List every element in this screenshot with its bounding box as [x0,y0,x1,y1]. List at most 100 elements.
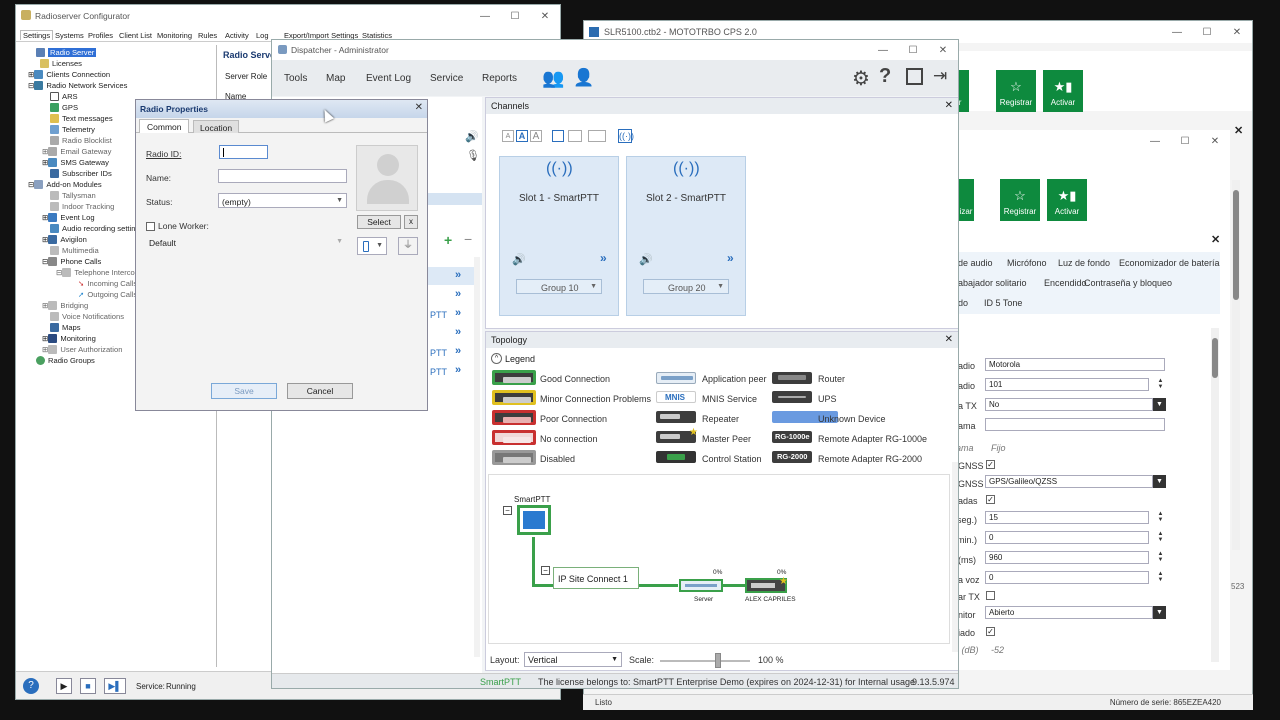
collapse-legend-icon[interactable]: ^ [491,353,502,364]
tree-phone-calls[interactable]: ⊟ Phone Calls [42,256,101,267]
tab-backlight[interactable]: Luz de fondo [1058,258,1110,268]
tree-radio-groups[interactable]: Radio Groups [36,355,95,366]
close-icon[interactable]: ✕ [928,40,958,60]
name-input[interactable] [218,169,347,183]
topology-scrollbar[interactable] [952,462,958,652]
layout-select[interactable]: Vertical ▼ [524,652,622,667]
server-node[interactable] [679,579,723,592]
tab-audio[interactable]: de audio [958,258,993,268]
activate-button-2[interactable]: ★▮ Activar [1047,179,1087,221]
tab-battery[interactable]: Economizador de batería [1119,258,1220,268]
tree-radio-blocklist[interactable]: Radio Blocklist [50,135,112,146]
maximize-icon[interactable]: ☐ [898,40,928,60]
tree-bridging[interactable]: ⊞ Bridging [42,300,88,311]
cps-inner-close-x[interactable]: ✕ [1211,233,1220,246]
cps-close-x[interactable]: ✕ [1234,124,1243,137]
font-medium-icon[interactable]: A [516,130,528,142]
checkbox[interactable]: ✓ [986,627,995,636]
cps-outer-scrollbar[interactable] [1232,180,1240,550]
tab-5tone[interactable]: ID 5 Tone [984,298,1022,308]
tab-location[interactable]: Location [193,120,240,133]
tab-microphone[interactable]: Micrófono [1007,258,1047,268]
checkbox[interactable]: ✓ [986,495,995,504]
gnss-checkbox[interactable]: ✓ [986,460,995,469]
tree-outgoing-calls[interactable]: ➚ Outgoing Calls [78,289,137,300]
view-small-icon[interactable] [552,130,564,142]
seconds-field[interactable]: 15 [985,511,1149,524]
tree-event-log[interactable]: ⊞ Event Log [42,212,95,223]
help-icon[interactable]: ? [23,678,39,694]
tab-profiles[interactable]: Profiles [88,31,113,40]
select-photo-button[interactable]: Select [357,215,401,229]
tree-tallysman[interactable]: Tallysman [50,190,96,201]
tree-monitoring[interactable]: ⊞ Monitoring [42,333,96,344]
collapse-icon[interactable]: − [503,506,512,515]
tab-misc[interactable]: do [958,298,968,308]
slot2-card[interactable]: ((·)) Slot 2 - SmartPTT 🔊 » Group 20 ▼ [626,156,746,316]
menu-tools[interactable]: Tools [284,73,307,84]
radio-id-input[interactable] [219,145,268,159]
slot2-group-select[interactable]: Group 20 ▼ [643,279,729,294]
smartptt-node[interactable] [517,505,551,535]
tx-select[interactable]: No [985,398,1153,411]
close-icon[interactable]: ✕ [415,102,423,113]
minimize-icon[interactable]: — [1162,21,1192,43]
tree-user-authorization[interactable]: ⊞ User Authorization [42,344,122,355]
tab-systems[interactable]: Systems [55,31,84,40]
tab-power-on[interactable]: Encendido [1044,278,1087,288]
scroll-thumb[interactable] [1233,190,1239,300]
tree-voice-notifications[interactable]: Voice Notifications [50,311,124,322]
tree-multimedia[interactable]: Multimedia [50,245,99,256]
tree-audio-recording[interactable]: Audio recording settings [50,223,143,234]
tree-telemetry[interactable]: Telemetry [50,124,95,135]
voice-field[interactable]: 0 [985,571,1149,584]
signal-view-icon[interactable]: ((·)) [618,129,634,143]
tree-licenses[interactable]: Licenses [40,58,82,69]
tree-avigilon[interactable]: ⊞ Avigilon [42,234,87,245]
tab-monitoring[interactable]: Monitoring [157,31,192,40]
slot1-group-select[interactable]: Group 10 ▼ [516,279,602,294]
tree-email-gateway[interactable]: ⊞ Email Gateway [42,146,111,157]
forward-icon[interactable]: » [727,251,734,265]
tx-checkbox[interactable] [986,591,995,600]
menu-reports[interactable]: Reports [482,73,517,84]
tree-ars[interactable]: ARS [50,91,78,102]
radio-name-field[interactable]: Motorola [985,358,1165,371]
menu-map[interactable]: Map [326,73,345,84]
tree-indoor-tracking[interactable]: Indoor Tracking [50,201,114,212]
minutes-field[interactable]: 0 [985,531,1149,544]
tab-lone-worker[interactable]: abajador solitario [958,278,1027,288]
users-settings-icon[interactable]: 👤 [573,68,594,88]
forward-icon[interactable]: » [455,345,461,357]
minimize-icon[interactable]: — [1140,130,1170,152]
minutes-stepper[interactable]: ▲ ▼ [1156,530,1165,544]
chevron-down-icon[interactable]: ▼ [1153,475,1166,488]
tree-text-messages[interactable]: Text messages [50,113,113,124]
font-large-icon[interactable]: A [530,130,542,142]
register-button[interactable]: ☆ Registrar [996,70,1036,112]
radio-type-select[interactable]: ▼ [357,237,387,255]
menu-service[interactable]: Service [430,73,463,84]
forward-icon[interactable]: » [455,288,461,300]
scale-slider[interactable] [660,660,750,662]
cancel-button[interactable]: Cancel [287,383,353,399]
voice-stepper[interactable]: ▲ ▼ [1156,570,1165,584]
ms-field[interactable]: 960 [985,551,1149,564]
restart-icon[interactable]: ▶▌ [104,678,126,694]
tree-radio-network-services[interactable]: ⊟ Radio Network Services [28,80,127,91]
tree-addon-modules[interactable]: ⊟ Add-on Modules [28,179,102,190]
radio-id-field[interactable]: 101 [985,378,1149,391]
seconds-stepper[interactable]: ▲ ▼ [1156,510,1165,524]
call-field[interactable] [985,418,1165,431]
tree-clients-connection[interactable]: ⊞ Clients Connection [28,69,110,80]
tree-maps[interactable]: Maps [50,322,81,333]
monitor-select[interactable]: Abierto [985,606,1153,619]
alex-node[interactable]: ★ [745,576,788,593]
close-icon[interactable]: ✕ [1222,21,1252,43]
status-select[interactable]: (empty) ▼ [218,193,347,208]
tab-password[interactable]: Contraseña y bloqueo [1084,278,1172,288]
minimize-icon[interactable]: — [868,40,898,60]
lone-worker-checkbox[interactable] [146,222,155,231]
close-icon[interactable]: ✕ [945,334,953,345]
tree-sms-gateway[interactable]: ⊞ SMS Gateway [42,157,109,168]
